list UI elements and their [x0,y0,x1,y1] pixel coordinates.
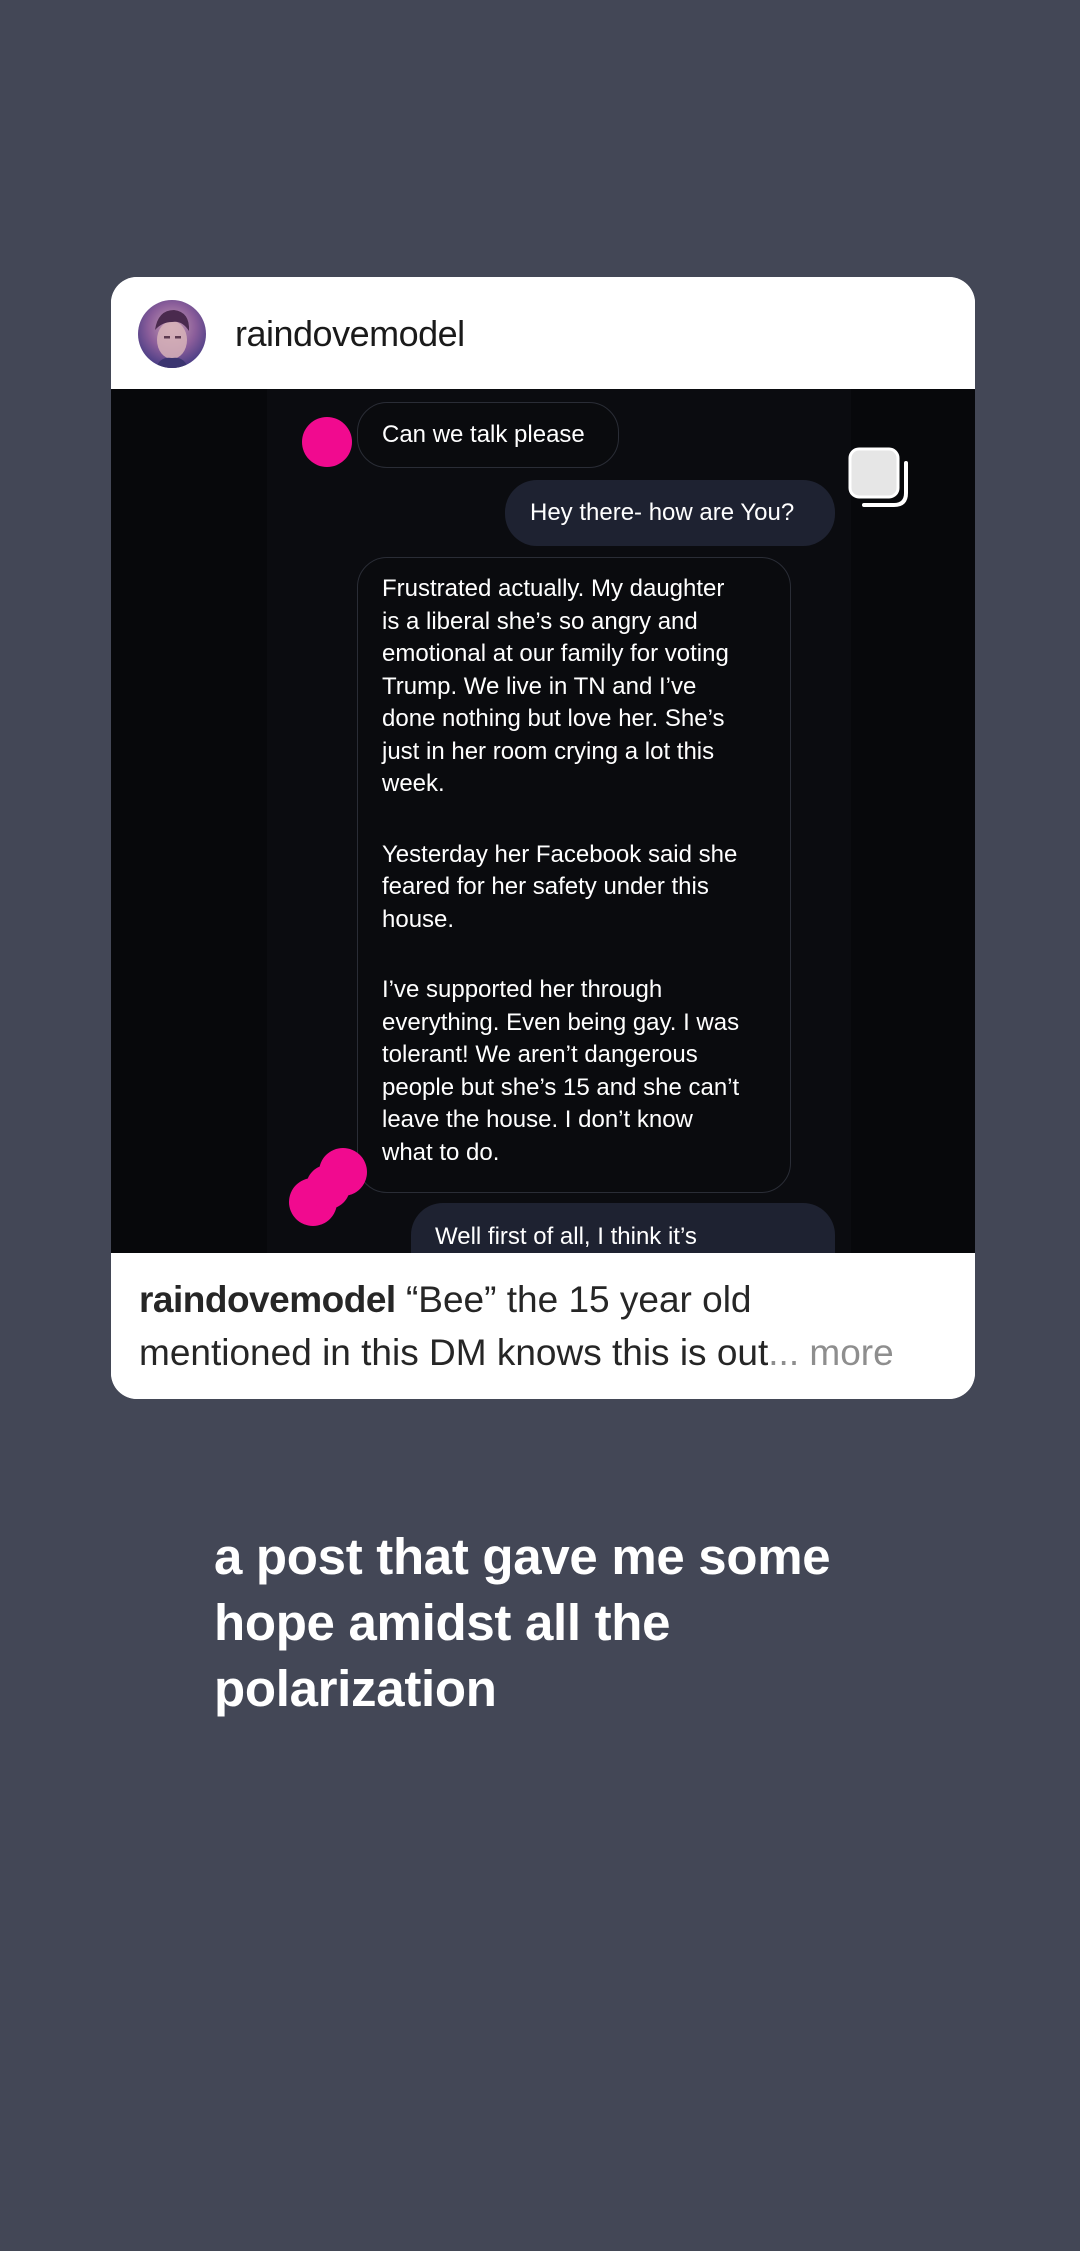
post-image-dm-screenshot[interactable]: Can we talk please Hey there- how are Yo… [111,389,975,1253]
multi-image-icon [848,447,908,507]
message-incoming-long: Frustrated actually. My daughter is a li… [357,557,791,1193]
caption-text-line1: “Bee” the 15 year old [395,1279,752,1320]
redaction-dot [302,417,352,467]
story-text-overlay: a post that gave me some hope amidst all… [214,1524,934,1722]
post-caption: raindovemodel “Bee” the 15 year old ment… [139,1273,959,1379]
message-outgoing: Well first of all, I think it’s [411,1203,835,1253]
caption-more-link[interactable]: more [799,1332,893,1373]
caption-ellipsis: ... [768,1332,800,1373]
message-incoming: Can we talk please [357,402,619,468]
story-text: a post that gave me some hope amidst all… [214,1528,831,1717]
message-paragraph: I’ve supported her through everything. E… [382,976,740,1166]
message-paragraph: Yesterday her Facebook said she feared f… [382,840,738,933]
message-paragraph: Frustrated actually. My daughter is a li… [382,575,729,797]
post-caption-area: raindovemodel “Bee” the 15 year old ment… [111,1253,975,1399]
post-header[interactable]: raindovemodel [111,277,975,389]
post-username[interactable]: raindovemodel [235,313,465,355]
avatar-portrait-icon [155,310,190,368]
caption-username[interactable]: raindovemodel [139,1279,396,1320]
profile-avatar[interactable] [138,300,206,368]
message-outgoing: Hey there- how are You? [505,480,835,546]
shared-post-card[interactable]: raindovemodel Can we talk please Hey the… [111,277,975,1399]
caption-text-line2: mentioned in this DM knows this is out [139,1332,769,1373]
redaction-scribble [289,1148,367,1226]
